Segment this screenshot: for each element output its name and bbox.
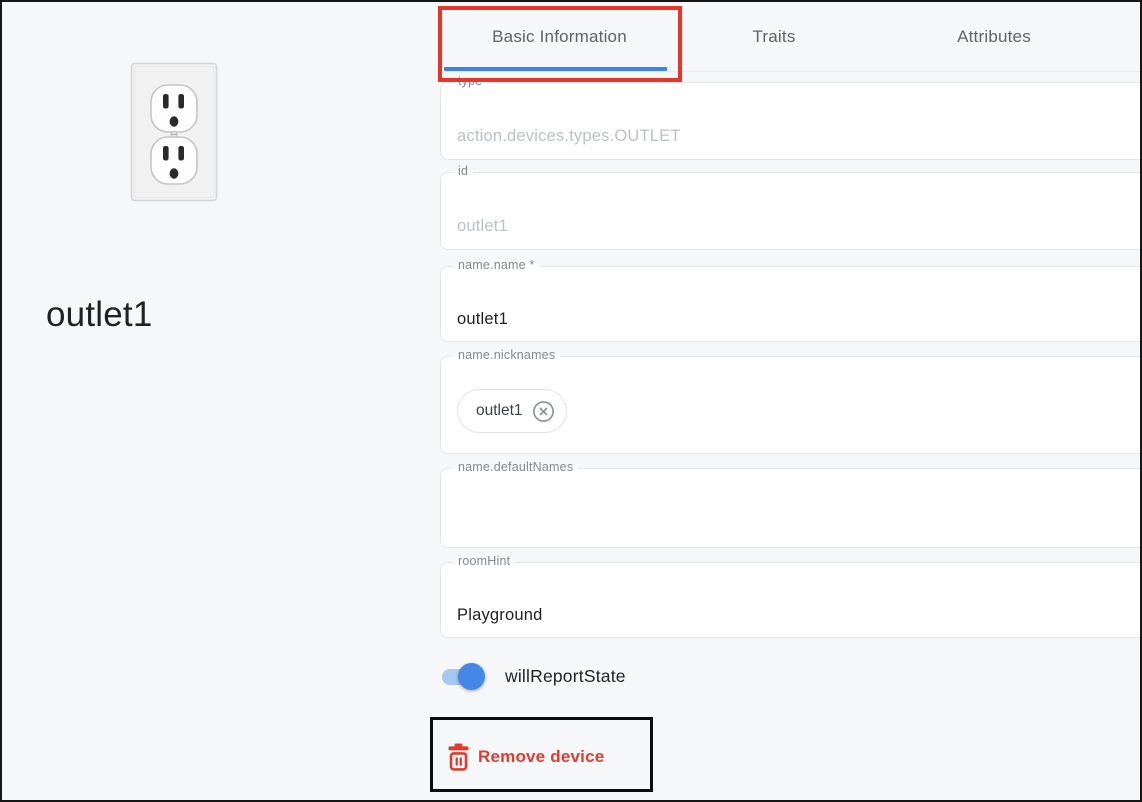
chip-remove-icon[interactable] (532, 400, 555, 423)
name-name-field: name.name * (440, 266, 1142, 342)
tab-traits-label: Traits (752, 27, 795, 47)
name-default-names-field: name.defaultNames (440, 468, 1142, 548)
name-default-names-input[interactable] (441, 469, 1142, 547)
tab-attributes[interactable]: Attributes (869, 2, 1119, 71)
name-name-input[interactable] (441, 267, 1142, 341)
tab-bar: Basic Information Traits Attributes (440, 2, 1142, 72)
active-tab-indicator (444, 67, 667, 71)
name-nicknames-field-label: name.nicknames (453, 348, 560, 362)
remove-device-button[interactable]: Remove device (448, 743, 604, 771)
type-input (441, 83, 1142, 159)
nickname-chip-label: outlet1 (476, 402, 523, 420)
id-field: id (440, 172, 1142, 250)
tab-traits[interactable]: Traits (679, 2, 869, 71)
id-input (441, 173, 1142, 249)
remove-device-label: Remove device (478, 747, 604, 767)
basic-information-form: type id name.name * name.nicknames outle… (440, 82, 1142, 638)
will-report-state-toggle[interactable] (442, 666, 482, 687)
tab-basic-information-label: Basic Information (492, 27, 627, 47)
will-report-state-row: willReportState (442, 662, 626, 690)
device-editor-screen: outlet1 Basic Information Traits Attribu… (0, 0, 1142, 802)
page-title: outlet1 (46, 295, 153, 335)
tab-basic-information[interactable]: Basic Information (440, 2, 679, 71)
type-field: type (440, 82, 1142, 160)
outlet-device-image (130, 62, 218, 202)
room-hint-field: roomHint (440, 562, 1142, 638)
room-hint-input[interactable] (441, 563, 1142, 637)
tab-attributes-label: Attributes (957, 27, 1031, 47)
nickname-chip: outlet1 (457, 389, 567, 433)
name-nicknames-field[interactable]: name.nicknames outlet1 (440, 356, 1142, 454)
trash-icon (448, 743, 469, 771)
toggle-thumb (458, 663, 485, 690)
will-report-state-label: willReportState (505, 666, 626, 687)
